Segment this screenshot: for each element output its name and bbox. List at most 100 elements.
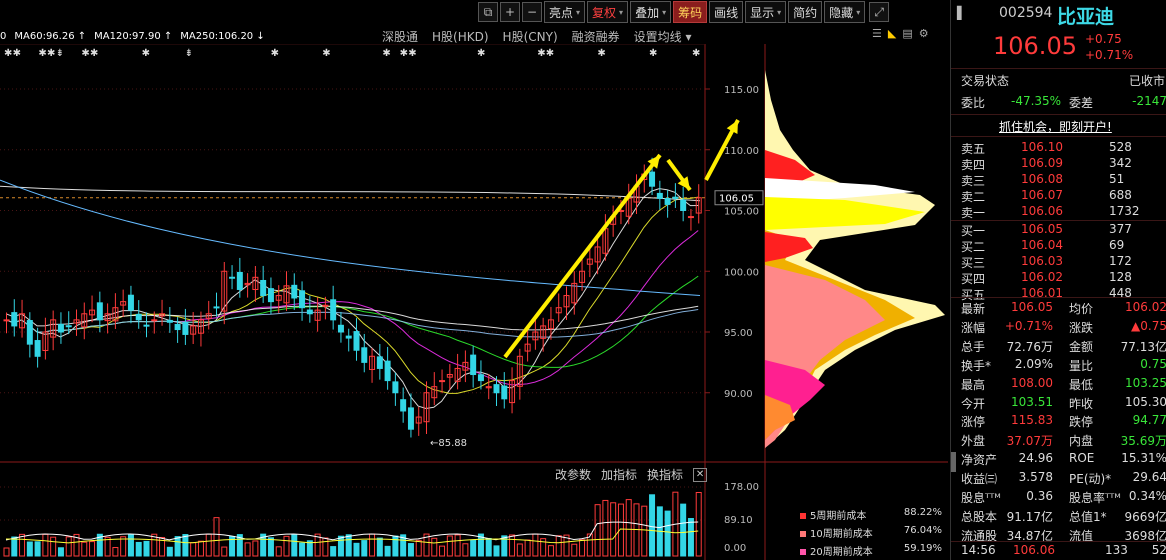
quote-row: 最新 106.05 均价 106.02: [951, 300, 1166, 318]
legend-swatch: [800, 513, 806, 519]
price-change: +0.75: [1085, 32, 1122, 46]
volume-bars: [3, 491, 702, 557]
highlight-button[interactable]: 亮点 ▾: [544, 1, 586, 23]
volume-bar: [532, 533, 539, 557]
ma-line: [5, 188, 699, 410]
price-axis: 115.00 110.00 105.00 100.00 95.00 90.00 106.05…: [705, 85, 764, 554]
volume-bar: [57, 547, 64, 557]
level-price: 106.04: [1021, 238, 1063, 252]
chart-subtabs: 深股通 H股(HKD) H股(CNY) 融资融券 设置均线 ▾: [382, 28, 705, 45]
volume-bar: [299, 542, 306, 557]
volume-bar: [166, 546, 173, 557]
quote-field: 103.25: [1125, 375, 1166, 390]
quote-field: 24.96: [1018, 451, 1053, 466]
toolbar-button-label: 叠加: [635, 5, 660, 20]
open-account-link[interactable]: 抓住机会，即刻开户!: [999, 118, 1112, 135]
quote-field: 总股本: [961, 509, 998, 524]
ma-legend-0: 0: [0, 30, 7, 42]
zoom-out-icon[interactable]: −: [522, 2, 542, 22]
quote-field: 72.76万: [1006, 339, 1053, 354]
close-icon[interactable]: ✕: [693, 467, 708, 482]
menu-icon[interactable]: ▌: [957, 6, 966, 20]
switch-indicator-button[interactable]: 换指标: [647, 466, 683, 483]
level-price: 106.05: [1021, 222, 1063, 236]
tab-ma-settings[interactable]: 设置均线 ▾: [634, 28, 692, 45]
ratio-row: 委比 -47.35% 委差 -2147: [961, 94, 1166, 110]
candle-body: [34, 340, 41, 357]
volume-bar: [431, 537, 438, 557]
chips-button[interactable]: 筹码: [673, 1, 708, 23]
volume-bar: [267, 537, 274, 557]
event-marker-icon: ✱: [13, 48, 21, 59]
quote-row: 总手 72.76万 金额 77.13亿: [951, 338, 1166, 356]
tab-margin[interactable]: 融资融券: [572, 28, 620, 45]
candle-body: [392, 381, 399, 394]
tick-row: 14:56 106.06 133 52: [961, 543, 1166, 557]
tab-h-hkd[interactable]: H股(HKD): [432, 28, 489, 45]
tab-shenguton[interactable]: 深股通: [382, 28, 418, 45]
tab-h-cny[interactable]: H股(CNY): [503, 28, 558, 45]
volume-bar: [485, 537, 492, 557]
settings-icon[interactable]: ⚙: [919, 27, 929, 40]
list-icon[interactable]: ☰: [872, 27, 882, 40]
chip-toolbar: ☰ ◣ ▤ ⚙: [872, 27, 929, 40]
volume-bar: [112, 547, 119, 557]
candle-body: [664, 197, 671, 205]
modify-params-button[interactable]: 改参数: [555, 466, 591, 483]
simple-button[interactable]: 简约: [788, 1, 823, 23]
quote-field: 股息ᵀᵀᴹ: [961, 491, 1001, 505]
volume-bar: [687, 518, 694, 557]
level-volume: 528: [1109, 140, 1132, 154]
quote-field: 3.578: [1018, 470, 1053, 485]
quote-field: ▲0.75: [1131, 318, 1166, 333]
toolbar-button-label: 亮点: [549, 5, 574, 20]
candle-body: [322, 304, 329, 307]
candle-body: [330, 299, 337, 321]
candle-body: [376, 356, 383, 369]
volume-bar: [330, 546, 337, 557]
candle-body: [353, 331, 360, 351]
level-volume: 1732: [1109, 204, 1140, 218]
flag-icon[interactable]: ◣: [888, 27, 896, 40]
volume-bar: [454, 534, 461, 557]
quote-field: 涨停: [961, 415, 986, 430]
level-price: 106.02: [1021, 270, 1063, 284]
quote-panel: ▌ 002594 比亚迪 106.05 +0.75 +0.71% 交易状态 已收…: [950, 0, 1166, 560]
event-marker-icon: ✱: [47, 48, 55, 59]
volume-bar: [369, 533, 376, 557]
level-volume: 128: [1109, 270, 1132, 284]
overlay-button[interactable]: 叠加 ▾: [630, 1, 672, 23]
event-marker-icon: ✱: [649, 48, 657, 59]
table-icon[interactable]: ▤: [902, 27, 912, 40]
volume-bar: [462, 543, 469, 557]
volume-bar: [524, 539, 531, 557]
volume-bar: [571, 543, 578, 557]
candle-body: [127, 294, 134, 311]
quote-field: 106.05: [1011, 300, 1053, 314]
quote-field: 94.77: [1132, 413, 1166, 428]
event-marker-icon: ✱: [322, 48, 330, 59]
volume-bar: [594, 504, 601, 557]
quote-row: 涨幅 +0.71% 涨跌 ▲0.75: [951, 319, 1166, 337]
volume-bar: [11, 536, 18, 557]
panel-collapse-handle[interactable]: [951, 452, 956, 472]
hide-button[interactable]: 隐藏 ▾: [824, 1, 866, 23]
quote-field: 最高: [961, 377, 986, 392]
ma-line: [5, 275, 699, 368]
ma-legend-ma60: MA60:96.26 ↑: [14, 30, 87, 42]
volume-bar: [143, 540, 150, 557]
event-marker-icon: ✱: [408, 48, 416, 59]
adjust-button[interactable]: 复权 ▾: [587, 1, 629, 23]
add-indicator-button[interactable]: 加指标: [601, 466, 637, 483]
quote-row: 股息ᵀᵀᴹ 0.36 股息率ᵀᵀᴹ 0.34%: [951, 489, 1166, 507]
zoom-in-icon[interactable]: +: [500, 2, 520, 22]
quote-row: 总股本 91.17亿 总值1* 9669亿: [951, 508, 1166, 526]
draw-button[interactable]: 画线: [709, 1, 744, 23]
volume-bar: [197, 540, 204, 557]
chevron-down-icon: ▾: [856, 7, 861, 17]
copy-icon[interactable]: ⧉: [478, 2, 498, 22]
display-button[interactable]: 显示 ▾: [745, 1, 787, 23]
event-marker-icon: ✱: [537, 48, 545, 59]
fullscreen-icon[interactable]: ⤢: [869, 2, 890, 22]
chevron-down-icon: ▾: [576, 7, 581, 17]
